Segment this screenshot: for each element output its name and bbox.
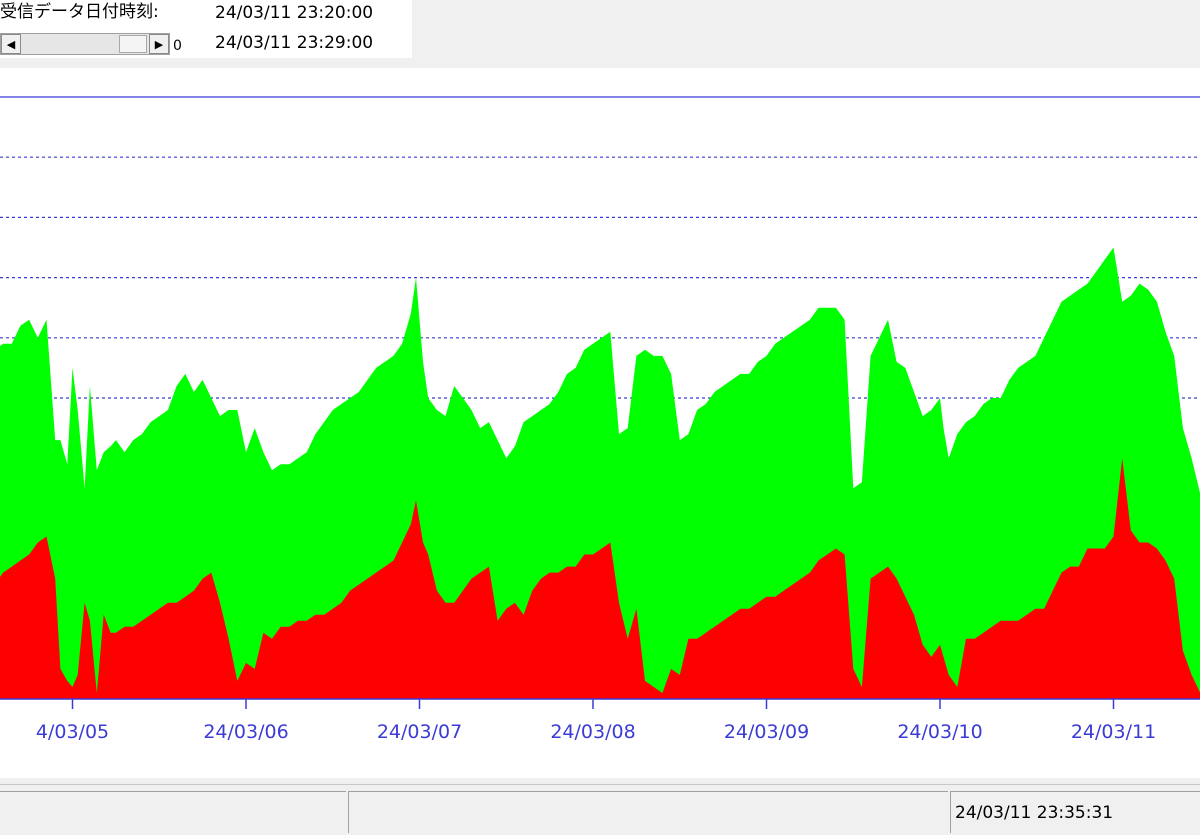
time-scrollbar[interactable]: ◀ ▶ [0, 33, 170, 55]
status-pane-middle [348, 791, 948, 833]
status-pane-left [0, 791, 346, 833]
x-tick-label: 24/03/07 [377, 721, 462, 743]
stacked-area-chart: 4/03/05 24/03/06 24/03/07 24/03/08 24/03/09 2… [0, 96, 1200, 743]
x-tick-label: 24/03/11 [1071, 721, 1156, 743]
arrow-left-icon: ◀ [6, 37, 16, 51]
scroll-left-button[interactable]: ◀ [1, 34, 21, 54]
status-bar: 24/03/11 23:35:31 [0, 784, 1200, 835]
range-end-time: 24/03/11 23:29:00 [215, 33, 374, 53]
arrow-right-icon: ▶ [154, 37, 164, 51]
scroll-thumb[interactable] [119, 35, 147, 53]
x-tick-label: 24/03/08 [550, 721, 635, 743]
x-tick-label: 4/03/05 [36, 721, 109, 743]
current-time: 24/03/11 23:35:31 [955, 803, 1114, 823]
received-datetime-label: 受信データ日付時刻: [0, 2, 159, 22]
range-start-time: 24/03/11 23:20:00 [215, 3, 374, 23]
received-time-panel: 受信データ日付時刻: 24/03/11 23:20:00 24/03/11 23… [0, 0, 412, 58]
chart-area: 4/03/05 24/03/06 24/03/07 24/03/08 24/03/09 2… [0, 68, 1200, 778]
x-tick-label: 24/03/09 [724, 721, 809, 743]
status-pane-time: 24/03/11 23:35:31 [950, 791, 1200, 833]
x-tick-label: 24/03/10 [897, 721, 982, 743]
header-bar: 受信データ日付時刻: 24/03/11 23:20:00 24/03/11 23… [0, 0, 1200, 66]
scroll-position-value: 0 [173, 38, 182, 54]
scroll-right-button[interactable]: ▶ [149, 34, 169, 54]
x-tick-label: 24/03/06 [203, 721, 288, 743]
